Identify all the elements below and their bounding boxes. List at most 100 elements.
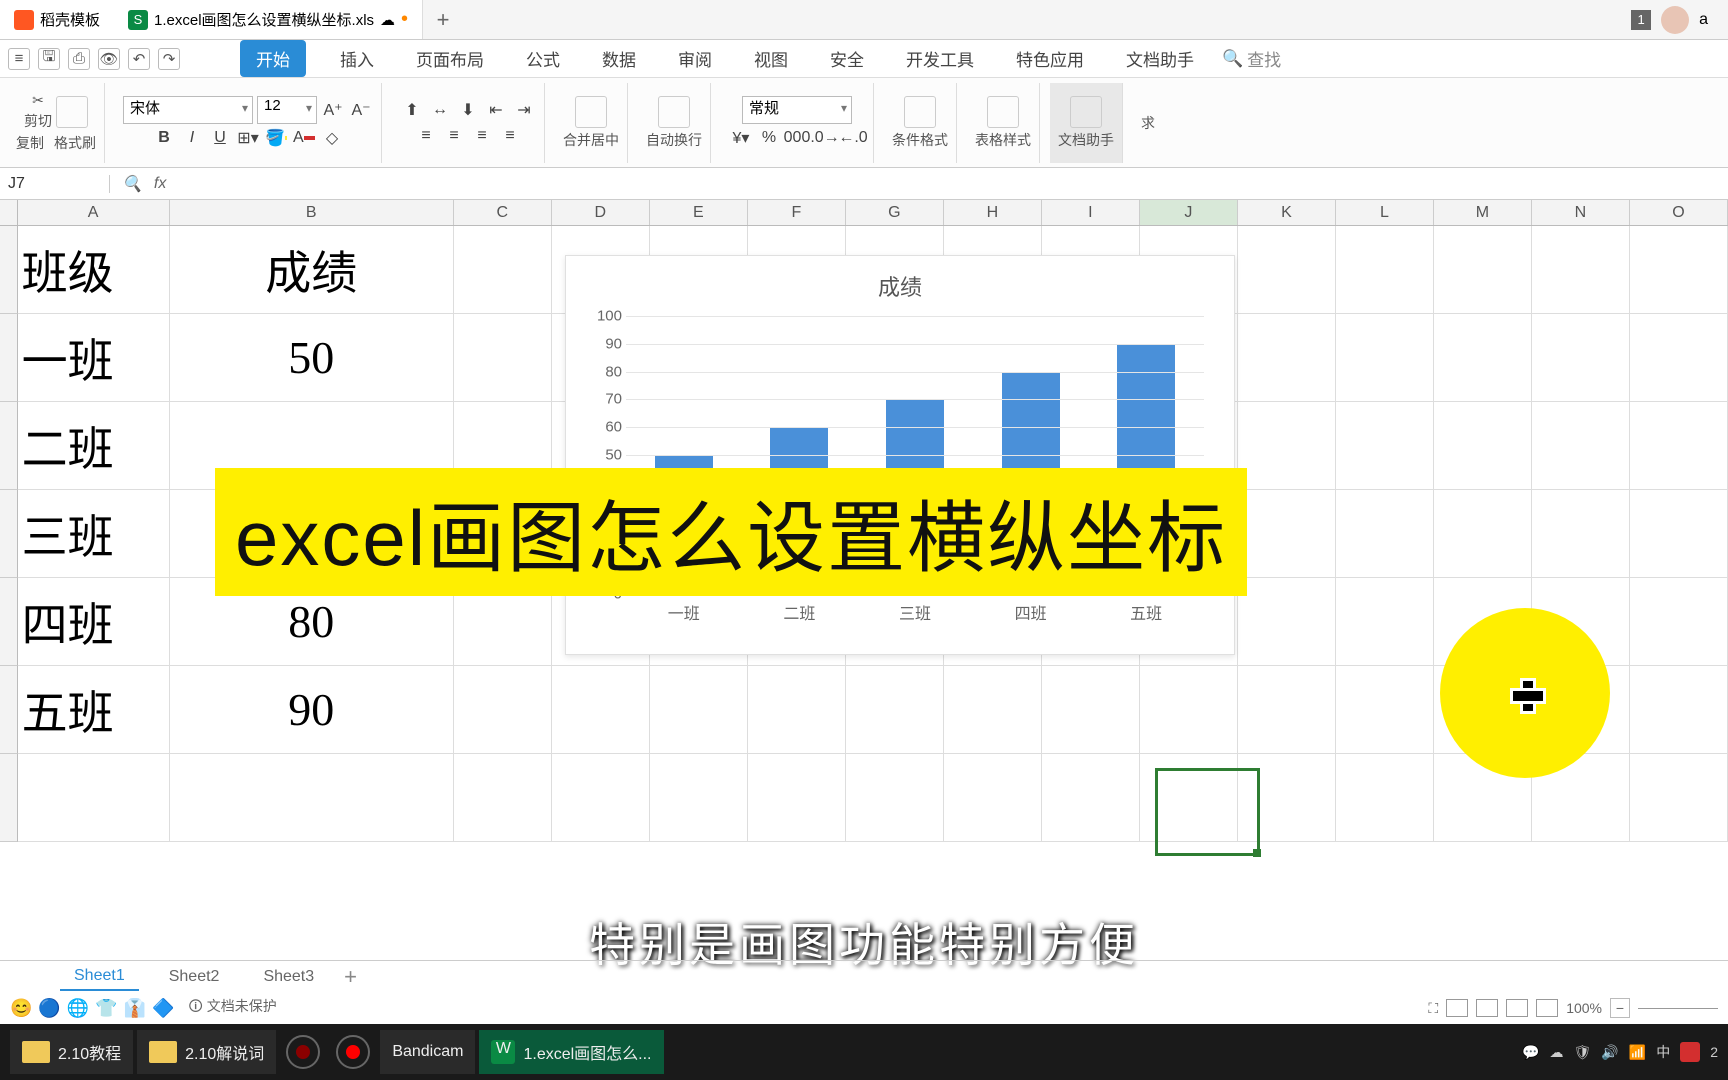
new-tab-button[interactable]: +: [423, 7, 463, 33]
font-size-select[interactable]: 12: [257, 96, 317, 124]
col-header[interactable]: F: [748, 200, 846, 225]
indent-left-icon[interactable]: ⇤: [484, 98, 508, 122]
row-header[interactable]: [0, 314, 18, 402]
tray-icon[interactable]: 💬: [1522, 1044, 1539, 1061]
emoji-icon[interactable]: 😊: [10, 998, 32, 1019]
col-header[interactable]: D: [552, 200, 650, 225]
tray-icon[interactable]: 📶: [1629, 1044, 1646, 1061]
menu-dochelper[interactable]: 文档助手: [1118, 42, 1202, 75]
avatar[interactable]: [1661, 6, 1689, 34]
number-format-select[interactable]: 常规: [742, 96, 852, 124]
sheet-tab[interactable]: Sheet3: [249, 964, 328, 990]
cell[interactable]: 三班: [18, 490, 170, 578]
col-header[interactable]: C: [454, 200, 552, 225]
cell[interactable]: 五班: [18, 666, 170, 754]
menu-start[interactable]: 开始: [240, 40, 306, 77]
col-header[interactable]: G: [846, 200, 944, 225]
taskbar-folder[interactable]: 2.10教程: [10, 1030, 133, 1074]
print-icon[interactable]: ⎙: [68, 48, 90, 70]
increase-font-icon[interactable]: A⁺: [321, 98, 345, 122]
menu-insert[interactable]: 插入: [332, 42, 382, 75]
view-freeze-icon[interactable]: [1536, 999, 1558, 1017]
cell[interactable]: 50: [170, 314, 454, 402]
col-header[interactable]: H: [944, 200, 1042, 225]
emoji-icon[interactable]: 👔: [124, 998, 146, 1019]
emoji-icon[interactable]: 👕: [95, 998, 117, 1019]
fill-color-icon[interactable]: 🪣: [264, 126, 288, 150]
col-header[interactable]: N: [1532, 200, 1630, 225]
currency-icon[interactable]: ¥▾: [729, 126, 753, 150]
row-header[interactable]: [0, 226, 18, 314]
sheet-tab[interactable]: Sheet2: [155, 964, 234, 990]
view-split-icon[interactable]: [1506, 999, 1528, 1017]
align-right-icon[interactable]: ≡: [470, 124, 494, 148]
taskbar-folder[interactable]: 2.10解说词: [137, 1030, 276, 1074]
font-name-select[interactable]: 宋体: [123, 96, 253, 124]
row-header[interactable]: [0, 578, 18, 666]
underline-icon[interactable]: U: [208, 126, 232, 150]
menu-review[interactable]: 审阅: [670, 42, 720, 75]
name-box[interactable]: J7: [0, 175, 110, 193]
sheet-tab[interactable]: Sheet1: [60, 963, 139, 991]
cell[interactable]: 班级: [18, 226, 170, 314]
cell[interactable]: 成绩: [170, 226, 454, 314]
save-icon[interactable]: 🖫: [38, 48, 60, 70]
percent-icon[interactable]: %: [757, 126, 781, 150]
tab-file[interactable]: S 1.excel画图怎么设置横纵坐标.xls ☁ •: [114, 0, 423, 39]
emoji-icon[interactable]: 🔷: [152, 998, 174, 1019]
thousands-icon[interactable]: 000: [785, 126, 809, 150]
preview-icon[interactable]: 👁: [98, 48, 120, 70]
taskbar-bandicam[interactable]: Bandicam: [380, 1030, 475, 1074]
clear-format-icon[interactable]: ◇: [320, 126, 344, 150]
menu-dev[interactable]: 开发工具: [898, 42, 982, 75]
copy-button[interactable]: 复制: [16, 133, 44, 153]
wrap-button[interactable]: 自动换行: [646, 96, 702, 150]
row-header[interactable]: [0, 402, 18, 490]
cut-button[interactable]: ✂剪切: [24, 92, 52, 131]
view-normal-icon[interactable]: [1446, 999, 1468, 1017]
tray-icon[interactable]: [1680, 1042, 1700, 1062]
redo-icon[interactable]: ↷: [158, 48, 180, 70]
zoom-out-button[interactable]: −: [1610, 998, 1630, 1018]
menu-special[interactable]: 特色应用: [1008, 42, 1092, 75]
col-header[interactable]: J: [1140, 200, 1238, 225]
align-center-icon[interactable]: ≡: [442, 124, 466, 148]
dec-decimal-icon[interactable]: ←.0: [841, 126, 865, 150]
tray-icon[interactable]: 🔊: [1601, 1044, 1618, 1061]
taskbar-wps[interactable]: W1.excel画图怎么...: [479, 1030, 663, 1074]
tray-time[interactable]: 2: [1710, 1044, 1718, 1060]
italic-icon[interactable]: I: [180, 126, 204, 150]
sum-button[interactable]: 求: [1141, 113, 1155, 133]
menu-layout[interactable]: 页面布局: [408, 42, 492, 75]
format-painter-button[interactable]: 格式刷: [54, 133, 96, 153]
menu-security[interactable]: 安全: [822, 42, 872, 75]
search-box[interactable]: 🔍 查找: [1222, 46, 1281, 71]
emoji-icon[interactable]: 🌐: [67, 998, 89, 1019]
row-header[interactable]: [0, 490, 18, 578]
col-header[interactable]: E: [650, 200, 748, 225]
view-page-icon[interactable]: [1476, 999, 1498, 1017]
font-color-icon[interactable]: A: [292, 126, 316, 150]
doc-helper-button[interactable]: 文档助手: [1058, 96, 1114, 150]
align-top-icon[interactable]: ⬆: [400, 98, 424, 122]
col-header[interactable]: O: [1630, 200, 1728, 225]
cell[interactable]: 二班: [18, 402, 170, 490]
inc-decimal-icon[interactable]: .0→: [813, 126, 837, 150]
cell[interactable]: 一班: [18, 314, 170, 402]
cell[interactable]: 四班: [18, 578, 170, 666]
fx-search-icon[interactable]: 🔍: [122, 174, 142, 194]
align-middle-icon[interactable]: ↔: [428, 98, 452, 122]
ime-indicator[interactable]: 中: [1656, 1042, 1670, 1062]
fullscreen-icon[interactable]: ⛶: [1428, 1000, 1438, 1017]
paste-button[interactable]: [56, 96, 88, 128]
add-sheet-button[interactable]: +: [344, 964, 357, 990]
tray-icon[interactable]: ☁: [1550, 1044, 1564, 1061]
col-header[interactable]: L: [1336, 200, 1434, 225]
zoom-slider[interactable]: [1638, 1008, 1718, 1009]
cell[interactable]: 90: [170, 666, 454, 754]
notification-badge[interactable]: 1: [1631, 10, 1651, 30]
row-header[interactable]: [0, 666, 18, 754]
fx-icon[interactable]: fx: [154, 175, 166, 193]
align-bottom-icon[interactable]: ⬇: [456, 98, 480, 122]
cell[interactable]: [454, 226, 552, 314]
